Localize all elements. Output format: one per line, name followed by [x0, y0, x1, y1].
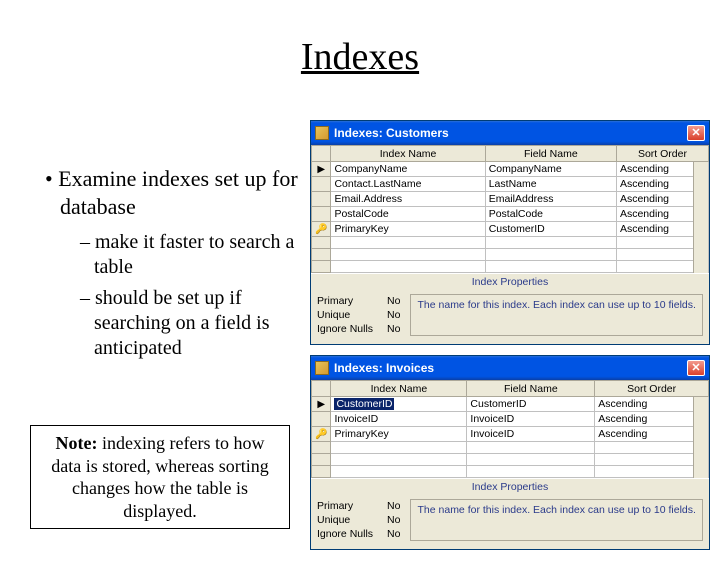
- prop-value[interactable]: No: [387, 295, 400, 307]
- cell-field-name[interactable]: LastName: [485, 177, 616, 192]
- bullet-sub-1: make it faster to search a table: [80, 230, 310, 280]
- cell-field-name[interactable]: InvoiceID: [467, 412, 595, 427]
- cell-index-name[interactable]: PostalCode: [331, 207, 485, 222]
- col-field-name[interactable]: Field Name: [485, 146, 616, 162]
- indexes-customers-dialog: Indexes: Customers ✕ Index Name Field Na…: [310, 120, 710, 345]
- index-grid[interactable]: Index Name Field Name Sort Order ▶Compan…: [311, 145, 709, 273]
- table-row[interactable]: [312, 442, 709, 454]
- prop-label: Ignore Nulls: [317, 527, 387, 541]
- app-icon: [315, 126, 329, 140]
- titlebar[interactable]: Indexes: Invoices ✕: [311, 356, 709, 380]
- property-row[interactable]: PrimaryNo: [317, 294, 400, 308]
- table-row[interactable]: Contact.LastNameLastNameAscending: [312, 177, 709, 192]
- index-properties-panel: PrimaryNo UniqueNo Ignore NullsNo The na…: [311, 495, 709, 545]
- table-row[interactable]: InvoiceIDInvoiceIDAscending: [312, 412, 709, 427]
- note-box: Note: indexing refers to how data is sto…: [30, 425, 290, 529]
- index-properties-label: Index Properties: [311, 273, 709, 290]
- col-sort-order[interactable]: Sort Order: [616, 146, 708, 162]
- bullet-sub-2: should be set up if searching on a field…: [80, 286, 310, 361]
- page-title: Indexes: [0, 35, 720, 79]
- table-row[interactable]: [312, 237, 709, 249]
- table-row[interactable]: PostalCodePostalCodeAscending: [312, 207, 709, 222]
- cell-index-name[interactable]: Email.Address: [331, 192, 485, 207]
- cell-field-name[interactable]: EmailAddress: [485, 192, 616, 207]
- bullet-main: Examine indexes set up for database: [60, 165, 310, 220]
- row-marker: ▶: [312, 397, 331, 412]
- help-text: The name for this index. Each index can …: [410, 499, 703, 541]
- table-row[interactable]: 🔑PrimaryKeyCustomerIDAscending: [312, 222, 709, 237]
- property-row[interactable]: UniqueNo: [317, 308, 400, 322]
- content-body: Examine indexes set up for database make…: [30, 165, 310, 367]
- prop-label: Primary: [317, 294, 387, 308]
- table-row[interactable]: ▶CompanyNameCompanyNameAscending: [312, 162, 709, 177]
- table-row[interactable]: [312, 454, 709, 466]
- close-button[interactable]: ✕: [687, 125, 705, 141]
- prop-value[interactable]: No: [387, 528, 400, 540]
- cell-field-name[interactable]: CustomerID: [467, 397, 595, 412]
- table-row[interactable]: [312, 261, 709, 273]
- property-row[interactable]: UniqueNo: [317, 513, 400, 527]
- cell-field-name[interactable]: CompanyName: [485, 162, 616, 177]
- note-label: Note:: [56, 433, 98, 453]
- dialog-title: Indexes: Customers: [334, 126, 449, 140]
- col-index-name[interactable]: Index Name: [331, 381, 467, 397]
- row-marker: ▶: [312, 162, 331, 177]
- prop-label: Unique: [317, 308, 387, 322]
- cell-field-name[interactable]: InvoiceID: [467, 427, 595, 442]
- cell-field-name[interactable]: PostalCode: [485, 207, 616, 222]
- prop-label: Primary: [317, 499, 387, 513]
- table-row[interactable]: 🔑PrimaryKeyInvoiceIDAscending: [312, 427, 709, 442]
- key-icon: 🔑: [312, 222, 331, 237]
- vertical-scrollbar[interactable]: [693, 397, 708, 478]
- table-row[interactable]: ▶CustomerIDCustomerIDAscending: [312, 397, 709, 412]
- indexes-invoices-dialog: Indexes: Invoices ✕ Index Name Field Nam…: [310, 355, 710, 550]
- dialog-title: Indexes: Invoices: [334, 361, 434, 375]
- row-marker: [312, 192, 331, 207]
- cell-sort-order[interactable]: Ascending: [595, 412, 709, 427]
- titlebar[interactable]: Indexes: Customers ✕: [311, 121, 709, 145]
- cell-index-name[interactable]: CompanyName: [331, 162, 485, 177]
- cell-sort-order[interactable]: Ascending: [595, 427, 709, 442]
- property-row[interactable]: Ignore NullsNo: [317, 322, 400, 336]
- index-properties-panel: PrimaryNo UniqueNo Ignore NullsNo The na…: [311, 290, 709, 340]
- cell-index-name[interactable]: Contact.LastName: [331, 177, 485, 192]
- cell-sort-order[interactable]: Ascending: [595, 397, 709, 412]
- col-index-name[interactable]: Index Name: [331, 146, 485, 162]
- table-row[interactable]: Email.AddressEmailAddressAscending: [312, 192, 709, 207]
- table-row[interactable]: [312, 249, 709, 261]
- app-icon: [315, 361, 329, 375]
- cell-index-name[interactable]: InvoiceID: [331, 412, 467, 427]
- row-marker: [312, 207, 331, 222]
- prop-label: Ignore Nulls: [317, 322, 387, 336]
- col-sort-order[interactable]: Sort Order: [595, 381, 709, 397]
- row-marker: [312, 177, 331, 192]
- prop-label: Unique: [317, 513, 387, 527]
- cell-index-name[interactable]: CustomerID: [331, 397, 467, 412]
- property-row[interactable]: PrimaryNo: [317, 499, 400, 513]
- row-marker: [312, 412, 331, 427]
- index-grid[interactable]: Index Name Field Name Sort Order ▶Custom…: [311, 380, 709, 478]
- prop-value[interactable]: No: [387, 514, 400, 526]
- close-icon: ✕: [691, 363, 700, 374]
- key-icon: 🔑: [312, 427, 331, 442]
- property-row[interactable]: Ignore NullsNo: [317, 527, 400, 541]
- table-row[interactable]: [312, 466, 709, 478]
- vertical-scrollbar[interactable]: [693, 162, 708, 273]
- help-text: The name for this index. Each index can …: [410, 294, 703, 336]
- index-properties-label: Index Properties: [311, 478, 709, 495]
- prop-value[interactable]: No: [387, 323, 400, 335]
- close-icon: ✕: [691, 128, 700, 139]
- cell-index-name[interactable]: PrimaryKey: [331, 222, 485, 237]
- prop-value[interactable]: No: [387, 309, 400, 321]
- prop-value[interactable]: No: [387, 500, 400, 512]
- close-button[interactable]: ✕: [687, 360, 705, 376]
- cell-field-name[interactable]: CustomerID: [485, 222, 616, 237]
- col-field-name[interactable]: Field Name: [467, 381, 595, 397]
- cell-index-name[interactable]: PrimaryKey: [331, 427, 467, 442]
